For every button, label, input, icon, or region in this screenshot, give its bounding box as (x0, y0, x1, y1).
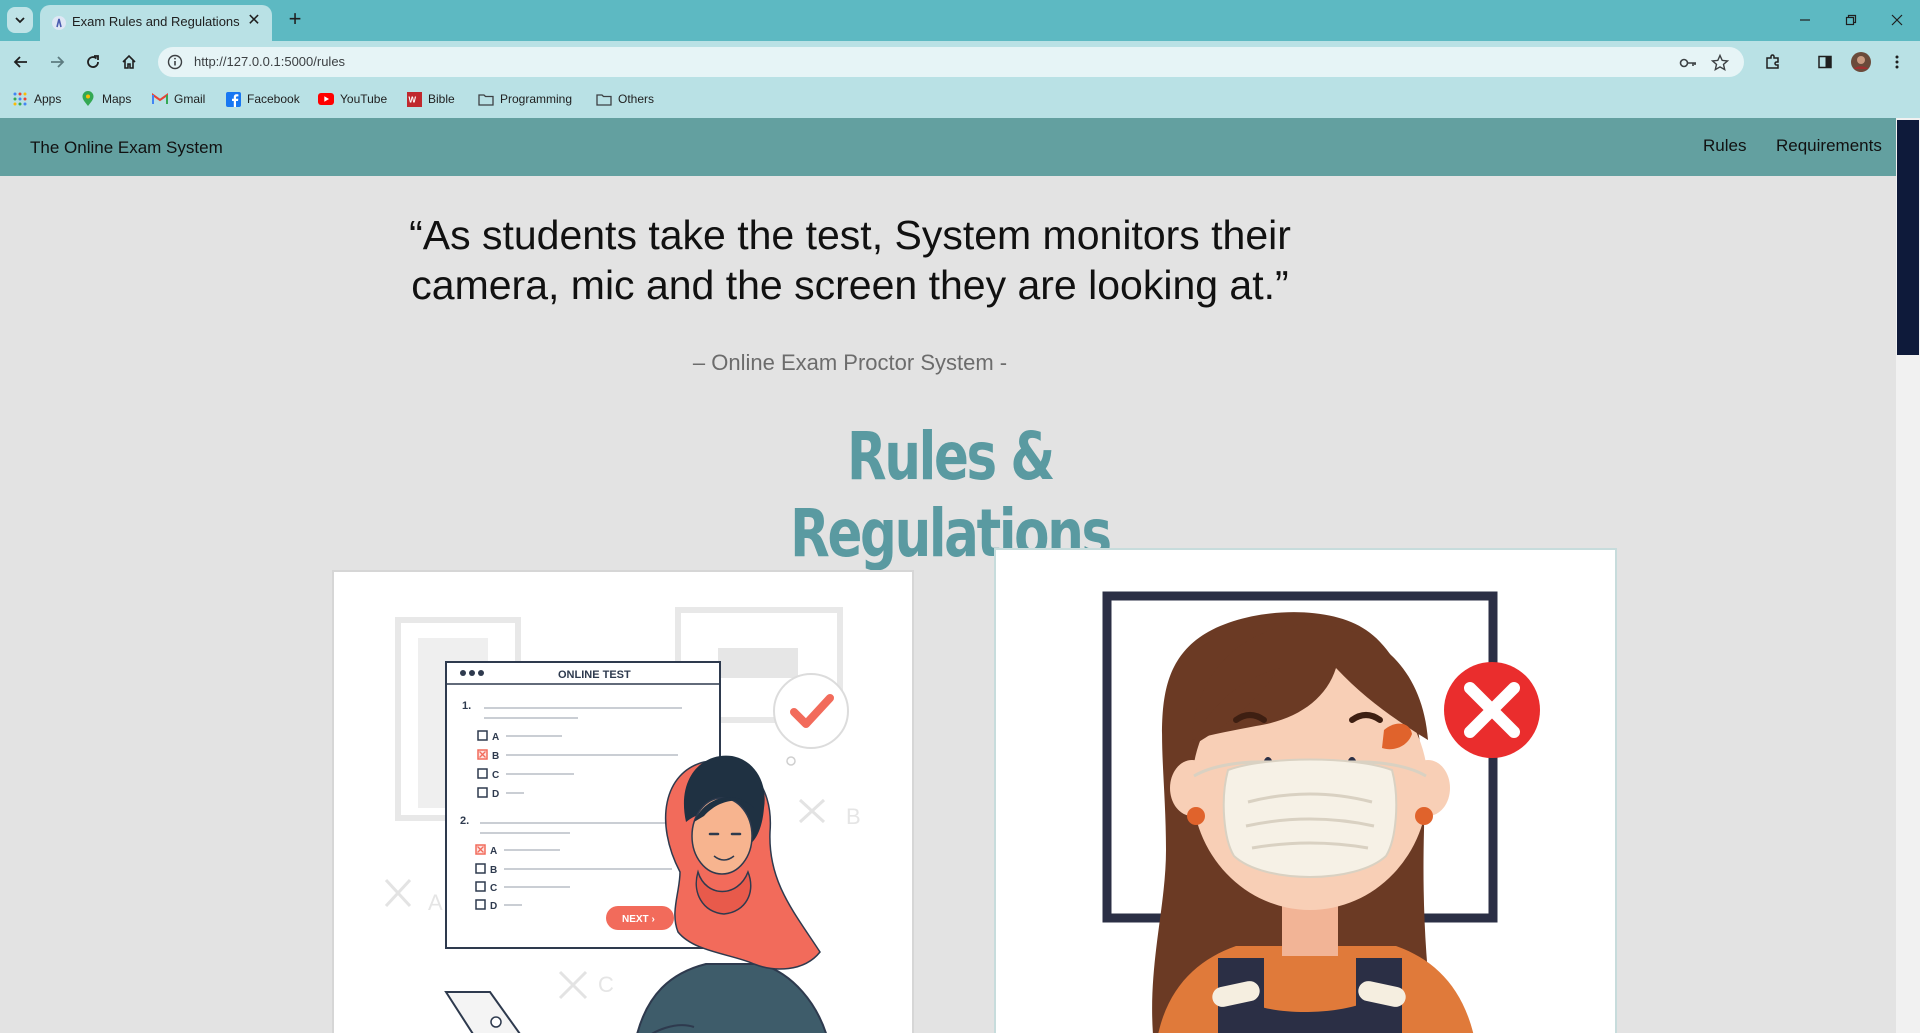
bookmark-label: Programming (500, 92, 573, 106)
bookmark-label: Gmail (174, 92, 206, 106)
maps-pin-icon (80, 91, 96, 107)
restore-button[interactable] (1828, 6, 1874, 34)
bookmark-label: Maps (102, 92, 132, 106)
rule-card-online-test: A B C ONLINE TEST 1. A B C D 2. A B C D … (332, 570, 914, 1033)
home-icon (122, 54, 136, 69)
facebook-icon (225, 91, 241, 107)
extensions-button[interactable] (1758, 47, 1788, 77)
youtube-icon (318, 91, 334, 107)
faded-letter: C (598, 972, 614, 997)
close-window-button[interactable] (1874, 6, 1920, 34)
url-text: http://127.0.0.1:5000/rules (194, 54, 346, 69)
minimize-icon (1800, 19, 1810, 21)
rule-card-no-mask (994, 548, 1617, 1033)
bookmark-label: Apps (34, 92, 62, 106)
nav-link-requirements[interactable]: Requirements (1776, 136, 1882, 156)
hero-quote: “As students take the test, System monit… (300, 210, 1400, 310)
bookmark-others[interactable]: Others (596, 91, 654, 107)
puzzle-icon (1766, 54, 1779, 69)
question-number: 2. (460, 815, 469, 827)
option-label: A (492, 732, 499, 743)
online-test-illustration: A B C ONLINE TEST 1. A B C D 2. A B C D … (384, 607, 861, 1033)
gmail-icon (152, 91, 168, 107)
bible-icon: W (406, 91, 422, 107)
more-vert-icon (1895, 55, 1899, 69)
option-label: B (492, 751, 499, 762)
apps-grid-icon (12, 91, 28, 107)
new-tab-button[interactable]: + (282, 6, 308, 32)
minimize-button[interactable] (1782, 6, 1828, 34)
quote-line: “As students take the test, System monit… (409, 212, 1291, 258)
reload-icon (87, 55, 99, 68)
menu-button[interactable] (1882, 47, 1912, 77)
option-label: D (492, 789, 499, 800)
restore-icon (1845, 14, 1857, 26)
bookmark-youtube[interactable]: YouTube (318, 91, 387, 107)
folder-icon (596, 91, 612, 107)
bookmark-label: Facebook (247, 92, 300, 106)
bookmark-label: YouTube (340, 92, 388, 106)
browser-tab[interactable]: Exam Rules and Regulations ✕ (40, 5, 272, 41)
nav-link-rules[interactable]: Rules (1703, 136, 1746, 156)
masked-face-illustration (1102, 591, 1540, 1033)
question-number: 1. (462, 700, 471, 712)
reload-button[interactable] (78, 47, 108, 77)
page-viewport: The Online Exam System Rules Requirement… (0, 118, 1896, 1033)
close-icon (1891, 14, 1903, 26)
folder-icon (478, 91, 494, 107)
option-label: C (490, 883, 497, 894)
faded-letter: B (846, 804, 861, 829)
bookmark-gmail[interactable]: Gmail (152, 91, 205, 107)
profile-button[interactable] (1846, 47, 1876, 77)
forward-arrow-icon (51, 56, 65, 68)
next-button-label: NEXT › (622, 914, 655, 925)
home-button[interactable] (114, 47, 144, 77)
star-icon[interactable] (1710, 53, 1730, 73)
bookmark-bible[interactable]: W Bible (406, 91, 455, 107)
faded-letter: A (428, 890, 443, 915)
site-brand[interactable]: The Online Exam System (30, 138, 223, 158)
option-label: A (490, 846, 497, 857)
chevron-down-icon (15, 17, 25, 24)
site-info-icon[interactable] (166, 53, 184, 71)
tab-title: Exam Rules and Regulations (72, 14, 240, 29)
forward-button[interactable] (42, 47, 72, 77)
back-arrow-icon (13, 56, 27, 68)
bookmark-label: Others (618, 92, 655, 106)
side-panel-button[interactable] (1810, 47, 1840, 77)
bookmark-programming[interactable]: Programming (478, 91, 572, 107)
key-icon[interactable] (1678, 53, 1698, 73)
side-panel-icon (1818, 55, 1832, 69)
bookmark-facebook[interactable]: Facebook (225, 91, 300, 107)
tab-strip: Exam Rules and Regulations ✕ + (0, 0, 1920, 41)
tab-search-button[interactable] (7, 7, 33, 33)
bookmarks-bar: Apps Maps Gmail Facebook YouTube W Bible (0, 83, 1920, 118)
option-label: D (490, 901, 497, 912)
test-title: ONLINE TEST (558, 669, 631, 681)
avatar (1851, 52, 1871, 72)
address-bar[interactable]: http://127.0.0.1:5000/rules (158, 47, 1744, 77)
bookmark-label: Bible (428, 92, 455, 106)
quote-line: camera, mic and the screen they are look… (411, 262, 1289, 308)
browser-toolbar: http://127.0.0.1:5000/rules (0, 41, 1920, 83)
bookmark-apps[interactable]: Apps (12, 91, 61, 107)
svg-text:W: W (408, 95, 416, 104)
option-label: B (490, 865, 497, 876)
site-favicon-icon (52, 16, 66, 30)
close-tab-icon[interactable]: ✕ (245, 12, 263, 30)
scrollbar-thumb[interactable] (1897, 120, 1919, 355)
option-label: C (492, 770, 499, 781)
site-navbar: The Online Exam System Rules Requirement… (0, 118, 1896, 176)
back-button[interactable] (6, 47, 36, 77)
bookmark-maps[interactable]: Maps (80, 91, 131, 107)
quote-attribution: – Online Exam Proctor System - (692, 350, 1008, 375)
